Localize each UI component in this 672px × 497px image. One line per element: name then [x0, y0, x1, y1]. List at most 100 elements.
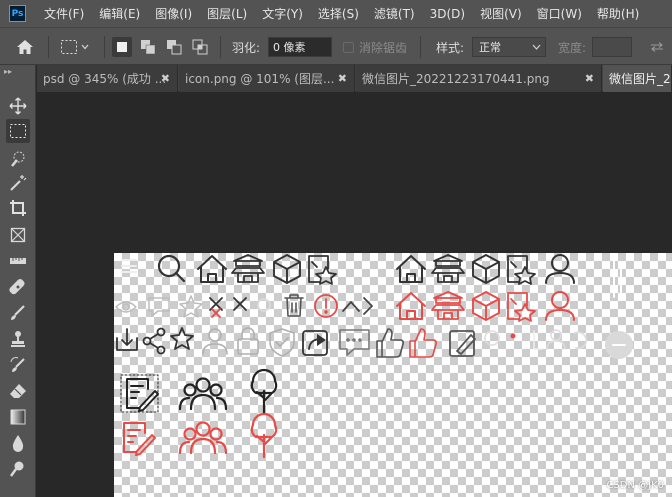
tab-psd[interactable]: psd @ 345% (成功 ... ✖ — [37, 65, 178, 92]
feather-input[interactable]: 0 像素 — [268, 37, 332, 57]
pagoda-icon — [431, 254, 465, 283]
frame-tool-icon[interactable] — [6, 223, 30, 247]
search-icon — [157, 254, 186, 283]
tools-panel: ▸▸ — [0, 65, 36, 497]
ruler-tool-icon[interactable] — [6, 249, 30, 273]
tab-label: icon.png @ 101% (图层... — [185, 72, 335, 86]
star-badge-icon — [507, 292, 536, 322]
menu-image[interactable]: 图像(I) — [155, 5, 192, 22]
width-label: 宽度: — [558, 40, 587, 55]
dodge-tool-icon[interactable] — [6, 457, 30, 481]
rectangular-marquee-tool-icon[interactable] — [6, 119, 30, 143]
user-outline-icon — [202, 328, 228, 355]
tab-label: psd @ 345% (成功 ... — [43, 72, 167, 86]
new-selection-button[interactable] — [112, 37, 132, 57]
close-icon[interactable]: ✖ — [161, 72, 170, 85]
star-outline-icon — [179, 295, 203, 318]
menu-filter[interactable]: 滤镜(T) — [374, 5, 415, 22]
antialias-checkbox[interactable] — [343, 41, 354, 53]
menu-bar: Ps 文件(F) 编辑(E) 图像(I) 图层(L) 文字(Y) 选择(S) 滤… — [0, 0, 672, 27]
move-tool-icon[interactable] — [6, 94, 30, 118]
close-icon — [233, 297, 247, 311]
home-icon — [396, 255, 426, 283]
trash-icon — [284, 294, 304, 317]
star-outline-icon — [170, 327, 194, 350]
eye-icon — [115, 301, 137, 313]
collapse-panel-icon[interactable]: ▸▸ — [0, 65, 35, 77]
pagoda-icon — [231, 254, 265, 283]
user-faint-icon — [546, 329, 566, 350]
red-dot-icon — [510, 333, 516, 339]
chevron-up-icon — [342, 301, 360, 312]
brush-tool-icon[interactable] — [6, 301, 30, 325]
swap-width-height-icon[interactable] — [650, 28, 664, 66]
menu-help[interactable]: 帮助(H) — [597, 5, 639, 22]
edit-icon — [449, 330, 476, 357]
tree-icon — [250, 412, 278, 459]
group-icon — [178, 377, 228, 411]
magic-wand-tool-icon[interactable] — [6, 171, 30, 195]
intersect-selection-button[interactable] — [190, 37, 210, 57]
star-badge-icon — [507, 255, 536, 285]
gradient-tool-icon[interactable] — [6, 405, 30, 429]
chevron-right-icon — [363, 297, 373, 315]
clone-stamp-tool-icon[interactable] — [6, 327, 30, 351]
add-to-selection-button[interactable] — [138, 37, 158, 57]
crop-tool-icon[interactable] — [6, 196, 30, 220]
history-brush-tool-icon[interactable] — [6, 353, 30, 377]
document-canvas[interactable]: CSDN @JK0 — [114, 253, 672, 497]
download-icon — [116, 328, 138, 351]
group-icon — [178, 421, 228, 455]
document-edit-icon — [126, 378, 159, 412]
subtract-from-selection-button[interactable] — [164, 37, 184, 57]
menu-type[interactable]: 文字(Y) — [262, 5, 303, 22]
warning-circle-icon — [314, 294, 338, 318]
refresh-icon — [574, 331, 588, 350]
document-tabs: psd @ 345% (成功 ... ✖ icon.png @ 101% (图层… — [37, 65, 672, 92]
width-input[interactable] — [592, 37, 632, 57]
eraser-tool-icon[interactable] — [6, 379, 30, 403]
circle-outline-icon — [484, 330, 500, 346]
menu-window[interactable]: 窗口(W) — [537, 5, 582, 22]
blur-tool-icon[interactable] — [6, 431, 30, 455]
healing-brush-tool-icon[interactable] — [6, 275, 30, 299]
menu-lines-icon — [121, 259, 137, 273]
cube-icon — [472, 254, 500, 284]
tree-icon — [250, 368, 278, 415]
quick-selection-tool-icon[interactable] — [6, 147, 30, 171]
menu-view[interactable]: 视图(V) — [480, 5, 522, 22]
lock-icon — [237, 327, 259, 355]
menu-select[interactable]: 选择(S) — [318, 5, 359, 22]
feather-label: 羽化: — [232, 40, 261, 55]
tab-icon-png[interactable]: icon.png @ 101% (图层... ✖ — [179, 65, 355, 92]
menu-layer[interactable]: 图层(L) — [207, 5, 247, 22]
user-icon — [545, 254, 575, 284]
share-box-icon — [302, 330, 328, 356]
photoshop-logo: Ps — [9, 5, 26, 22]
style-label: 样式: — [436, 40, 465, 55]
vertical-lines-icon — [613, 260, 622, 298]
thumbs-up-icon — [376, 328, 405, 358]
chevron-down-icon — [532, 44, 541, 50]
document-edit-icon — [123, 422, 156, 456]
thumbs-up-icon — [409, 328, 438, 358]
icon-sheet — [115, 254, 633, 459]
tab-wechat-image[interactable]: 微信图片_20221223170441.png ✖ — [356, 65, 602, 92]
home-icon[interactable] — [16, 28, 34, 66]
chat-icon — [148, 297, 170, 317]
marquee-preset-icon[interactable] — [60, 28, 90, 66]
close-icon[interactable]: ✖ — [338, 72, 347, 85]
close-icon[interactable]: ✖ — [585, 72, 594, 85]
close-icon — [211, 308, 221, 318]
style-select[interactable]: 正常 — [472, 37, 546, 57]
watermark: CSDN @JK0 — [606, 480, 664, 491]
tab-label: 微信图片_202212 — [609, 72, 671, 86]
share-icon — [142, 327, 166, 355]
circle-icon — [257, 298, 271, 312]
menu-file[interactable]: 文件(F) — [44, 5, 84, 22]
menu-edit[interactable]: 编辑(E) — [99, 5, 140, 22]
share-arrow-fill-icon — [317, 334, 326, 346]
cube-icon — [273, 254, 301, 284]
menu-3d[interactable]: 3D(D) — [430, 7, 465, 21]
tab-wechat-image-active[interactable]: 微信图片_202212 — [603, 65, 672, 92]
